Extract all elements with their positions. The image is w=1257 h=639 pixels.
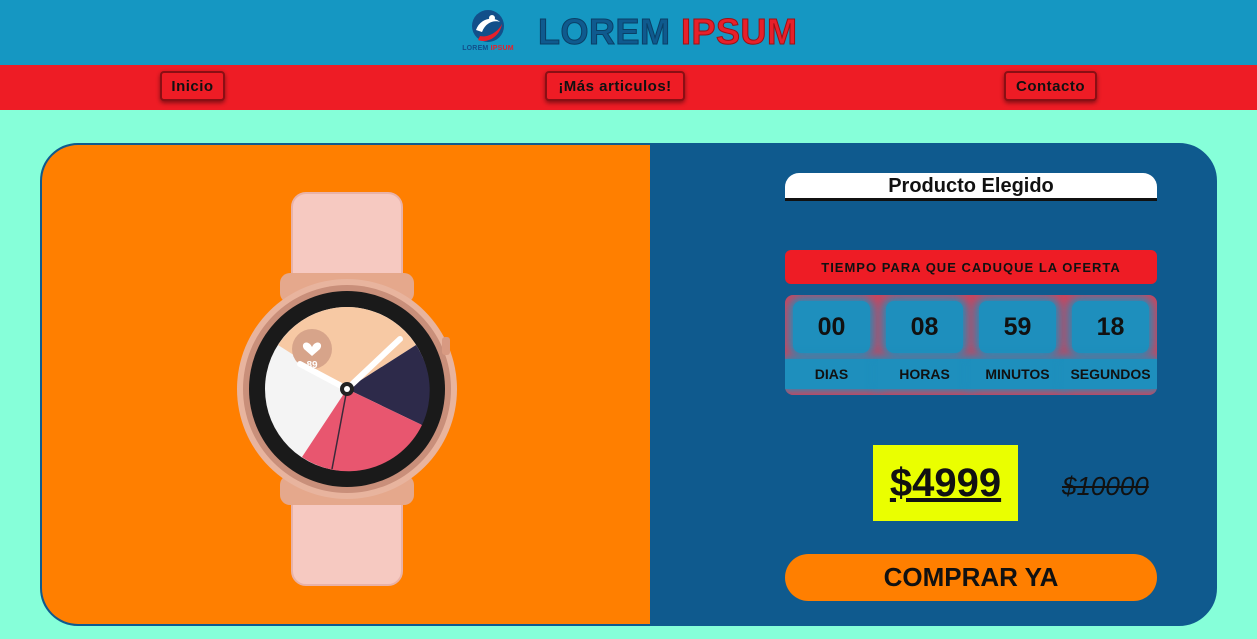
countdown-minutes: 59 MINUTOS: [971, 295, 1064, 395]
nav-mas-articulos-button[interactable]: ¡Más articulos!: [545, 71, 685, 101]
nav-contacto-button[interactable]: Contacto: [1004, 71, 1097, 101]
offer-timer-label: TIEMPO PARA QUE CADUQUE LA OFERTA: [785, 250, 1157, 284]
header-bar: LOREM IPSUM LOREM IPSUM: [0, 0, 1257, 65]
product-info-panel: Producto Elegido TIEMPO PARA QUE CADUQUE…: [650, 145, 1215, 624]
logo-text-lorem: LOREM: [462, 45, 489, 52]
logo[interactable]: LOREM IPSUM: [458, 8, 518, 58]
logo-swirl-icon: [472, 10, 504, 42]
brand-word-ipsum: IPSUM: [681, 11, 798, 52]
countdown-hours-value: 08: [886, 301, 963, 353]
current-price-value: $4999: [889, 460, 1002, 505]
countdown-seconds-value: 18: [1072, 301, 1149, 353]
logo-text-ipsum: IPSUM: [490, 45, 514, 52]
countdown-days: 00 DIAS: [785, 295, 878, 395]
brand-title: LOREM IPSUM: [538, 11, 798, 52]
current-price: $4999: [873, 445, 1018, 521]
countdown-minutes-label: MINUTOS: [971, 359, 1064, 389]
logo-text: LOREM IPSUM: [458, 45, 518, 52]
countdown-hours-label: HORAS: [878, 359, 971, 389]
old-price: $10000: [1062, 471, 1149, 501]
nav-bar: Inicio ¡Más articulos! Contacto: [0, 65, 1257, 110]
countdown-seconds: 18 SEGUNDOS: [1064, 295, 1157, 395]
nav-inicio-button[interactable]: Inicio: [160, 71, 225, 101]
brand-word-lorem: LOREM: [538, 11, 671, 52]
countdown-seconds-label: SEGUNDOS: [1064, 359, 1157, 389]
countdown-hours: 08 HORAS: [878, 295, 971, 395]
product-card: 89 Producto Elegido TIEMPO PARA QUE CADU…: [40, 143, 1217, 626]
countdown-days-label: DIAS: [785, 359, 878, 389]
product-title: Producto Elegido: [785, 173, 1157, 201]
countdown-timer: 00 DIAS 08 HORAS 59 MINUTOS 18 SEGUNDOS: [785, 295, 1157, 395]
smartwatch-image: 89: [237, 192, 457, 586]
product-image-panel: 89: [42, 145, 650, 624]
countdown-days-value: 00: [793, 301, 870, 353]
buy-now-button[interactable]: COMPRAR YA: [785, 554, 1157, 601]
countdown-minutes-value: 59: [979, 301, 1056, 353]
